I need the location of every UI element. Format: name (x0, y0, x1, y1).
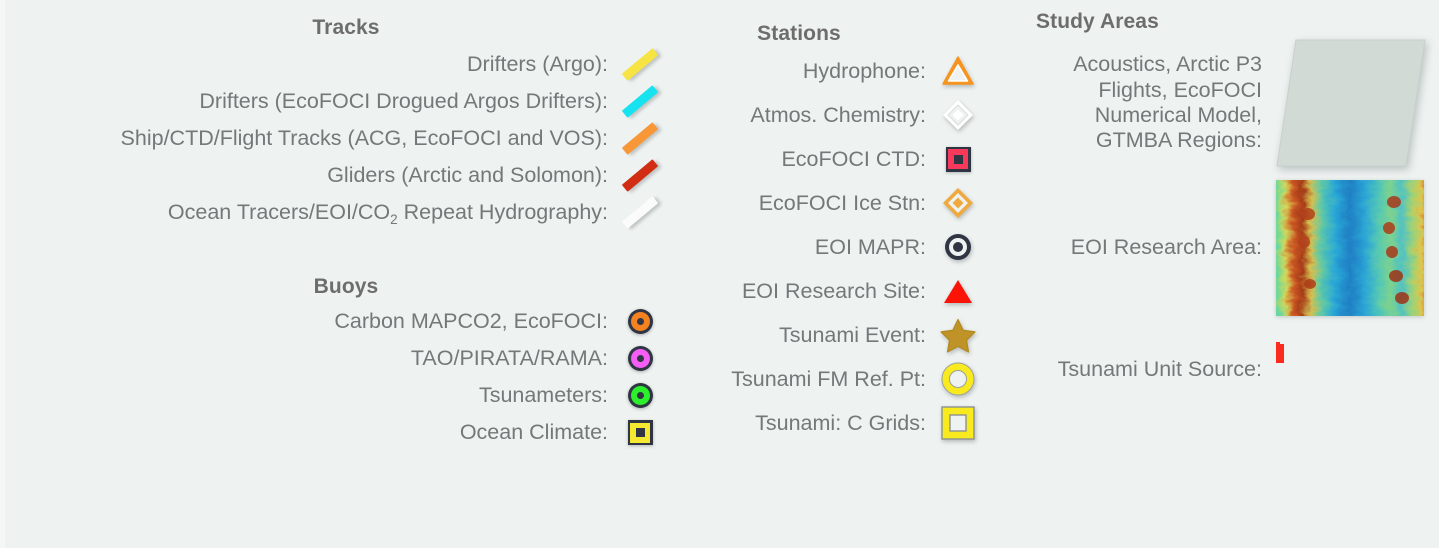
ring-yellow-icon (936, 359, 980, 399)
track-line-orange-icon (618, 119, 662, 159)
diamond-outline-white-icon (936, 95, 980, 135)
tracks-rows: Drifters (Argo): Drifters (EcoFOCI Drogu… (30, 46, 662, 231)
square-outline-yellow-icon (936, 403, 980, 443)
legend-row-tsunami-fm-ref-pt[interactable]: Tsunami FM Ref. Pt: (662, 357, 980, 401)
legend-label-eoi-research-site: EOI Research Site: (741, 278, 926, 303)
legend-row-ocean-climate[interactable]: Ocean Climate: (30, 414, 662, 451)
legend-label-ecofoci-ice-stn: EcoFOCI Ice Stn: (758, 190, 926, 215)
bathymetry-thumbnail-image-icon (1276, 180, 1428, 316)
legend-row-hydrophone[interactable]: Hydrophone: (662, 49, 980, 93)
stations-rows: Hydrophone: Atmos. Chemistry: EcoFOCI CT… (662, 49, 980, 445)
legend-row-ocean-tracers[interactable]: Ocean Tracers/EOI/CO2 Repeat Hydrography… (30, 194, 662, 231)
legend-label-eoi-research-area: EOI Research Area: (1070, 235, 1262, 260)
legend-label-ocean-climate: Ocean Climate: (459, 420, 608, 445)
legend-row-ecofoci-ice-stn[interactable]: EcoFOCI Ice Stn: (662, 181, 980, 225)
legend-row-atmos-chemistry[interactable]: Atmos. Chemistry: (662, 93, 980, 137)
map-legend-panel: Tracks Drifters (Argo): Drifters (EcoFOC… (0, 0, 1439, 548)
legend-label-tsunami-event: Tsunami Event: (779, 322, 926, 347)
star-filled-gold-icon (936, 315, 980, 355)
track-line-white-icon (618, 193, 662, 233)
legend-row-tsunami-unit-source[interactable]: Tsunami Unit Source: (988, 342, 1428, 395)
legend-label-ocean-tracers-post: Repeat Hydrography: (397, 200, 608, 225)
stations-heading: Stations (757, 22, 841, 45)
diamond-outline-orange-icon (936, 183, 980, 223)
legend-row-eoi-research-area[interactable]: EOI Research Area: (988, 180, 1428, 316)
left-edge-gutter (0, 0, 5, 548)
donut-marker-magenta-icon (618, 339, 662, 379)
legend-label-ocean-tracers-subscript: 2 (390, 212, 398, 228)
legend-row-ecofoci-ctd[interactable]: EcoFOCI CTD: (662, 137, 980, 181)
legend-row-tsunameters[interactable]: Tsunameters: (30, 377, 662, 414)
red-unit-source-rectangles-icon (1276, 342, 1428, 395)
legend-label-atmos-chemistry: Atmos. Chemistry: (750, 102, 926, 127)
study-areas-rows: Acoustics, Arctic P3 Flights, EcoFOCI Nu… (988, 38, 1428, 395)
legend-label-hydrophone: Hydrophone: (802, 58, 926, 83)
legend-label-tsunami-fm-ref-pt: Tsunami FM Ref. Pt: (731, 366, 926, 391)
triangle-outline-orange-icon (936, 51, 980, 91)
legend-column-study-areas: Study Areas Acoustics, Arctic P3 Flights… (988, 10, 1428, 395)
square-marker-pink-icon (936, 139, 980, 179)
donut-marker-green-icon (618, 376, 662, 416)
legend-label-ocean-tracers: Ocean Tracers/EOI/CO2 Repeat Hydrography… (167, 200, 608, 228)
legend-row-ship-ctd-flight-tracks[interactable]: Ship/CTD/Flight Tracks (ACG, EcoFOCI and… (30, 120, 662, 157)
unit-source-rect-bottom (1280, 344, 1284, 363)
square-marker-yellow-icon (618, 413, 662, 453)
legend-label-ship-ctd-flight-tracks: Ship/CTD/Flight Tracks (ACG, EcoFOCI and… (120, 126, 608, 151)
legend-label-gliders: Gliders (Arctic and Solomon): (327, 163, 608, 188)
legend-row-drifters-argo[interactable]: Drifters (Argo): (30, 46, 662, 83)
legend-label-tsunami-unit-source: Tsunami Unit Source: (1057, 356, 1262, 381)
tracks-heading: Tracks (312, 16, 380, 39)
legend-row-gliders[interactable]: Gliders (Arctic and Solomon): (30, 157, 662, 194)
track-line-red-icon (618, 156, 662, 196)
legend-row-eoi-mapr[interactable]: EOI MAPR: (662, 225, 980, 269)
legend-row-tsunami-c-grids[interactable]: Tsunami: C Grids: (662, 401, 980, 445)
legend-label-ecofoci-ctd: EcoFOCI CTD: (781, 146, 926, 171)
legend-label-tao-pirata-rama: TAO/PIRATA/RAMA: (410, 346, 608, 371)
legend-column-buoys: Buoys Carbon MAPCO2, EcoFOCI: TAO/PIRATA… (30, 275, 662, 451)
donut-marker-orange-icon (618, 302, 662, 342)
parallelogram-grey-polygon-icon (1276, 38, 1428, 168)
legend-label-ocean-tracers-pre: Ocean Tracers/EOI/CO (167, 200, 391, 225)
legend-row-study-area-polygon[interactable]: Acoustics, Arctic P3 Flights, EcoFOCI Nu… (988, 38, 1428, 168)
legend-label-eoi-mapr: EOI MAPR: (814, 234, 926, 259)
legend-label-tsunami-c-grids: Tsunami: C Grids: (755, 410, 926, 435)
study-areas-heading: Study Areas (1036, 10, 1159, 33)
buoys-rows: Carbon MAPCO2, EcoFOCI: TAO/PIRATA/RAMA:… (30, 303, 662, 451)
legend-label-tsunameters: Tsunameters: (478, 383, 608, 408)
legend-row-drifters-ecofoci[interactable]: Drifters (EcoFOCI Drogued Argos Drifters… (30, 83, 662, 120)
legend-label-study-area-polygon: Acoustics, Arctic P3 Flights, EcoFOCI Nu… (1073, 52, 1262, 153)
triangle-filled-red-icon (936, 271, 980, 311)
track-line-yellow-icon (618, 45, 662, 85)
legend-label-drifters-ecofoci: Drifters (EcoFOCI Drogued Argos Drifters… (199, 89, 608, 114)
legend-label-carbon-mapco2: Carbon MAPCO2, EcoFOCI: (334, 309, 608, 334)
legend-column-tracks: Tracks Drifters (Argo): Drifters (EcoFOC… (30, 16, 662, 231)
legend-label-drifters-argo: Drifters (Argo): (467, 52, 608, 77)
legend-row-tao-pirata-rama[interactable]: TAO/PIRATA/RAMA: (30, 340, 662, 377)
legend-column-stations: Stations Hydrophone: Atmos. Chemistry: E… (662, 22, 980, 445)
track-line-cyan-icon (618, 82, 662, 122)
buoys-heading: Buoys (313, 275, 379, 298)
bullseye-dark-icon (936, 227, 980, 267)
legend-row-tsunami-event[interactable]: Tsunami Event: (662, 313, 980, 357)
legend-row-carbon-mapco2[interactable]: Carbon MAPCO2, EcoFOCI: (30, 303, 662, 340)
legend-row-eoi-research-site[interactable]: EOI Research Site: (662, 269, 980, 313)
